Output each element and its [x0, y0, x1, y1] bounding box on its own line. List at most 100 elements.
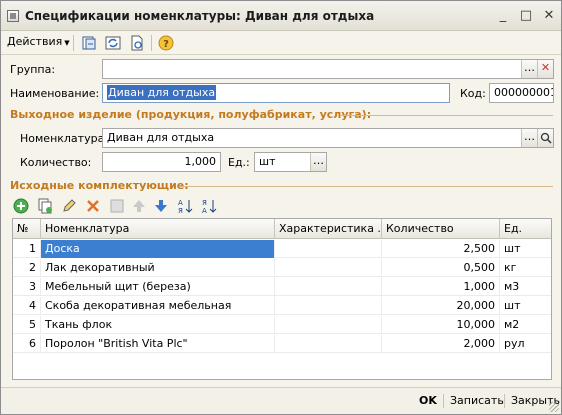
code-value: 000000001 — [494, 86, 554, 99]
row-unit[interactable]: шт — [500, 297, 551, 315]
quantity-field[interactable]: 1,000 — [102, 152, 221, 172]
unit-value: шт — [259, 155, 276, 168]
move-up-icon — [131, 198, 147, 214]
save-copy-icon[interactable] — [81, 35, 97, 51]
add-row-icon[interactable] — [13, 198, 29, 214]
actions-menu-button[interactable]: Действия ▼ — [7, 35, 70, 48]
row-number: 2 — [13, 259, 41, 277]
window-icon — [7, 10, 19, 22]
unit-label: Ед.: — [228, 156, 250, 169]
row-nomenclature[interactable]: Мебельный щит (береза) — [41, 278, 275, 296]
document-icon[interactable] — [129, 35, 145, 51]
code-label: Код: — [460, 87, 486, 100]
row-characteristic[interactable] — [275, 297, 382, 315]
chevron-down-icon: ▼ — [64, 39, 70, 47]
components-table[interactable]: № Номенклатура Характеристика ... Количе… — [12, 218, 552, 380]
svg-text:Я: Я — [202, 199, 207, 207]
row-quantity[interactable]: 2,000 — [382, 335, 500, 353]
copy-row-icon[interactable] — [37, 198, 53, 214]
row-unit[interactable]: м3 — [500, 278, 551, 296]
row-characteristic[interactable] — [275, 240, 382, 258]
section-divider — [179, 186, 553, 187]
row-number: 1 — [13, 240, 41, 258]
maximize-button[interactable]: □ — [518, 8, 534, 24]
footer-separator — [443, 394, 444, 408]
row-quantity[interactable]: 1,000 — [382, 278, 500, 296]
row-nomenclature[interactable]: Скоба декоративная мебельная — [41, 297, 275, 315]
row-characteristic[interactable] — [275, 278, 382, 296]
sort-ascending-icon[interactable]: АЯ — [177, 198, 193, 215]
row-number: 6 — [13, 335, 41, 353]
svg-text:А: А — [178, 199, 183, 207]
delete-icon[interactable] — [85, 198, 101, 214]
group-field[interactable]: … ✕ — [102, 59, 554, 79]
row-quantity[interactable]: 20,000 — [382, 297, 500, 315]
row-characteristic[interactable] — [275, 259, 382, 277]
components-section-title: Исходные комплектующие: — [10, 179, 189, 192]
save-button[interactable]: Записать — [450, 394, 504, 407]
table-row[interactable]: 5 Ткань флок 10,000 м2 — [13, 316, 551, 334]
unit-field[interactable]: шт … — [254, 152, 327, 172]
table-row[interactable]: 4 Скоба декоративная мебельная 20,000 шт — [13, 297, 551, 315]
column-header-number[interactable]: № — [13, 219, 41, 239]
refresh-icon[interactable] — [105, 35, 121, 51]
move-down-icon[interactable] — [153, 198, 169, 214]
row-unit[interactable]: рул — [500, 335, 551, 353]
column-header-nomenclature[interactable]: Номенклатура — [41, 219, 275, 239]
close-window-button[interactable]: ✕ — [541, 8, 557, 24]
row-unit[interactable]: шт — [500, 240, 551, 258]
title-bar: Спецификации номенклатуры: Диван для отд… — [1, 1, 561, 31]
table-row[interactable]: 1 Доска 2,500 шт — [13, 240, 551, 258]
svg-text:Я: Я — [178, 207, 183, 214]
name-label: Наименование: — [10, 87, 100, 100]
nomenclature-select-button[interactable]: … — [521, 129, 537, 147]
toolbar-separator — [73, 35, 74, 51]
row-unit[interactable]: кг — [500, 259, 551, 277]
search-icon[interactable] — [537, 129, 553, 147]
row-nomenclature[interactable]: Доска — [41, 240, 275, 258]
edit-icon[interactable] — [61, 198, 77, 214]
row-quantity[interactable]: 10,000 — [382, 316, 500, 334]
help-icon[interactable]: ? — [158, 35, 174, 51]
actions-label: Действия — [7, 35, 63, 48]
toolbar: Действия ▼ ? — [1, 31, 561, 55]
column-header-quantity[interactable]: Количество — [382, 219, 500, 239]
end-edit-icon — [109, 198, 125, 214]
row-characteristic[interactable] — [275, 316, 382, 334]
clear-icon[interactable]: ✕ — [537, 60, 553, 78]
svg-text:А: А — [202, 207, 207, 214]
table-row[interactable]: 3 Мебельный щит (береза) 1,000 м3 — [13, 278, 551, 296]
nomenclature-field[interactable]: Диван для отдыха … — [102, 128, 554, 148]
table-row[interactable]: 6 Поролон "British Vita Plc" 2,000 рул — [13, 335, 551, 353]
column-header-unit[interactable]: Ед. — [500, 219, 551, 239]
group-label: Группа: — [10, 63, 56, 76]
name-field[interactable]: Диван для отдыха — [102, 83, 450, 103]
quantity-value: 1,000 — [184, 155, 217, 168]
svg-text:?: ? — [163, 39, 169, 50]
row-characteristic[interactable] — [275, 335, 382, 353]
output-section-title: Выходное изделие (продукция, полуфабрика… — [10, 108, 372, 121]
window-title: Спецификации номенклатуры: Диван для отд… — [25, 9, 375, 23]
unit-select-button[interactable]: … — [310, 153, 326, 171]
name-value: Диван для отдыха — [107, 85, 217, 100]
ok-button[interactable]: OK — [419, 394, 437, 407]
row-nomenclature[interactable]: Лак декоративный — [41, 259, 275, 277]
footer-separator — [504, 394, 505, 408]
row-quantity[interactable]: 2,500 — [382, 240, 500, 258]
row-nomenclature[interactable]: Поролон "British Vita Plc" — [41, 335, 275, 353]
row-nomenclature[interactable]: Ткань флок — [41, 316, 275, 334]
row-number: 4 — [13, 297, 41, 315]
row-quantity[interactable]: 0,500 — [382, 259, 500, 277]
column-header-characteristic[interactable]: Характеристика ... — [275, 219, 382, 239]
group-select-button[interactable]: … — [521, 60, 537, 78]
specification-window: Спецификации номенклатуры: Диван для отд… — [0, 0, 562, 415]
resize-grip[interactable] — [549, 402, 559, 412]
section-divider — [341, 115, 553, 116]
row-number: 3 — [13, 278, 41, 296]
minimize-button[interactable]: _ — [495, 8, 511, 24]
sort-descending-icon[interactable]: ЯА — [201, 198, 217, 215]
row-number: 5 — [13, 316, 41, 334]
code-field[interactable]: 000000001 — [489, 83, 554, 103]
table-row[interactable]: 2 Лак декоративный 0,500 кг — [13, 259, 551, 277]
row-unit[interactable]: м2 — [500, 316, 551, 334]
